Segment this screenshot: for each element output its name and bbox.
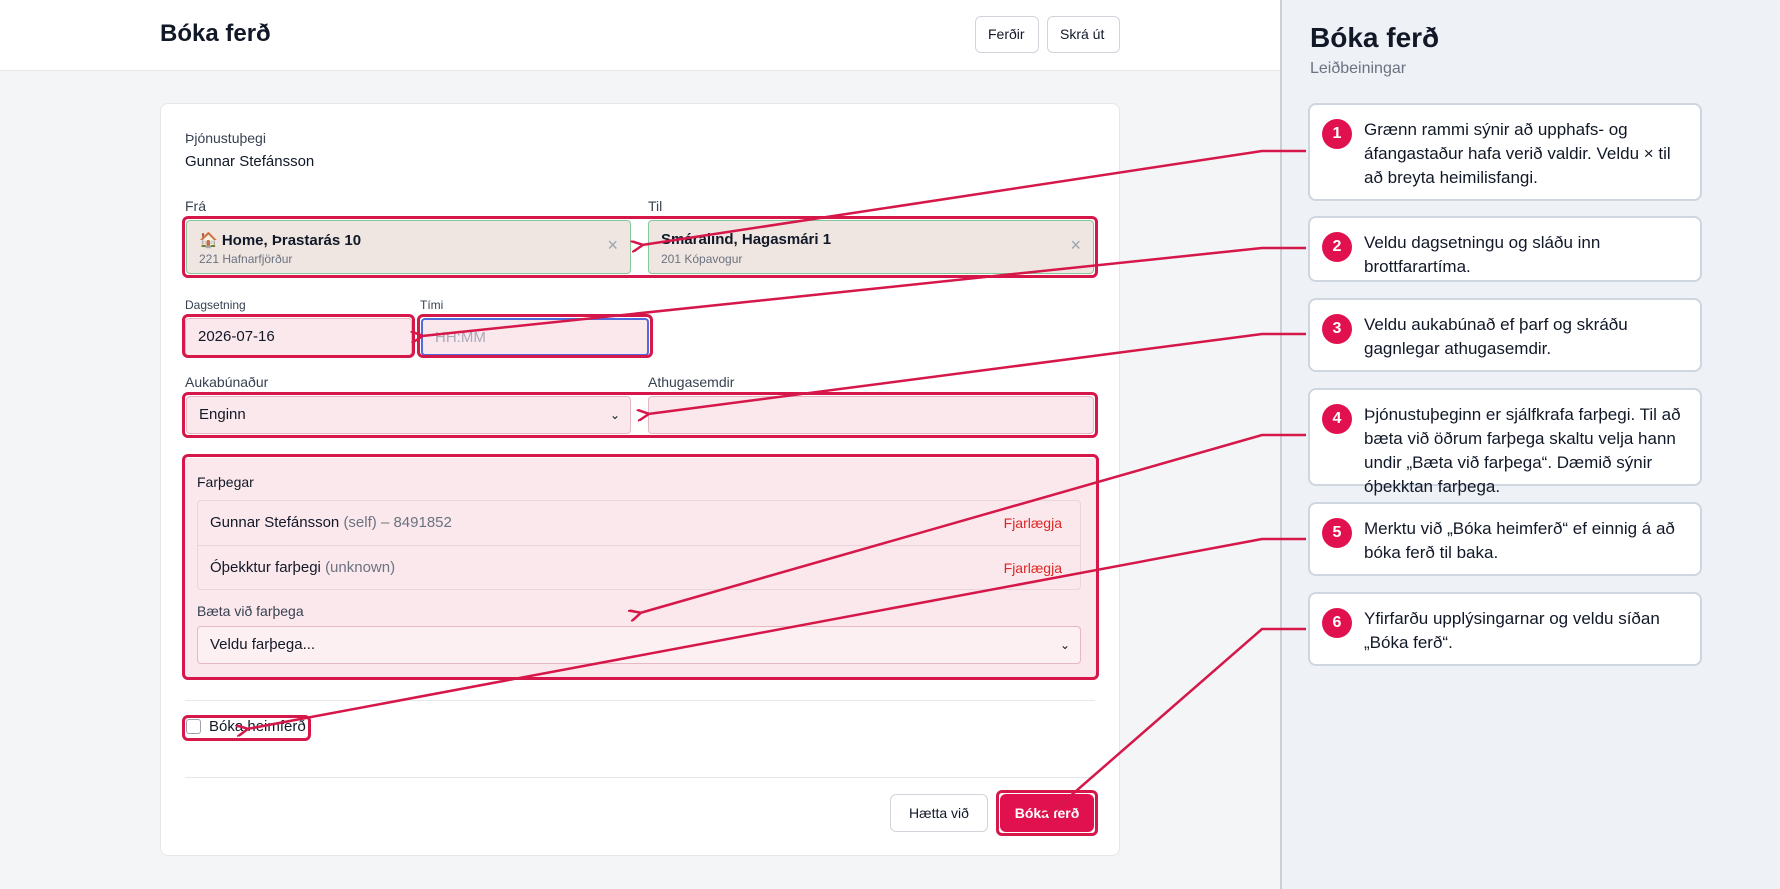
logout-button[interactable]: Skrá út [1047, 16, 1120, 53]
step-card-6: 6 Yfirfarðu upplýsingarnar og veldu síða… [1308, 592, 1702, 666]
to-address-postal: 201 Kópavogur [661, 252, 743, 266]
chevron-down-icon: ⌄ [609, 408, 620, 422]
step-text: Veldu aukabúnað ef þarf og skráðu gagnle… [1364, 315, 1628, 358]
instructions-panel: Bóka ferð Leiðbeiningar 1 Grænn rammi sý… [1280, 0, 1780, 889]
step-number: 2 [1322, 232, 1352, 262]
passengers-title: Farþegar [197, 474, 254, 490]
booking-app: Bóka ferð Ferðir Skrá út Þjónustuþegi Gu… [0, 0, 1280, 889]
cancel-button[interactable]: Hætta við [890, 794, 988, 832]
time-input[interactable]: HH:MM [421, 318, 649, 356]
to-address-field[interactable]: Smáralind, Hagasmári 1 201 Kópavogur × [648, 220, 1094, 274]
step-text: Yfirfarðu upplýsingarnar og veldu síðan … [1364, 609, 1660, 652]
from-address-postal: 221 Hafnarfjörður [199, 252, 293, 266]
step-card-2: 2 Veldu dagsetningu og sláðu inn brottfa… [1308, 216, 1702, 282]
step-number: 4 [1322, 404, 1352, 434]
trips-button[interactable]: Ferðir [975, 16, 1039, 53]
clear-from-icon[interactable]: × [607, 235, 618, 256]
passenger-name: Óþekktur farþegi [210, 559, 321, 576]
step-text: Merktu við „Bóka heimferð“ ef einnig á a… [1364, 519, 1675, 562]
equipment-select[interactable]: Enginn ⌄ [186, 396, 631, 434]
passenger-list: Gunnar Stefánsson (self) – 8491852 Fjarl… [197, 500, 1081, 590]
step-number: 1 [1322, 119, 1352, 149]
return-trip-label[interactable]: Bóka heimferð [209, 718, 306, 735]
step-number: 5 [1322, 518, 1352, 548]
panel-title: Bóka ferð [1310, 22, 1440, 53]
from-address-main: 🏠 Home, Þrastarás 10 [199, 232, 362, 249]
step-card-1: 1 Grænn rammi sýnir að upphafs- og áfang… [1308, 103, 1702, 201]
passenger-name-wrap: Óþekktur farþegi (unknown) [210, 559, 395, 576]
step-number: 3 [1322, 314, 1352, 344]
add-passenger-label: Bæta við farþega [197, 603, 304, 619]
date-label: Dagsetning [185, 298, 246, 312]
chevron-down-icon: ⌄ [1059, 638, 1070, 652]
step-card-4: 4 Þjónustuþeginn er sjálfkrafa farþegi. … [1308, 388, 1702, 496]
panel-subtitle: Leiðbeiningar [1310, 60, 1407, 77]
divider [185, 777, 1095, 778]
clear-to-icon[interactable]: × [1070, 235, 1081, 256]
divider [185, 700, 1095, 701]
client-name: Gunnar Stefánsson [185, 153, 315, 170]
passenger-name-wrap: Gunnar Stefánsson (self) – 8491852 [210, 514, 452, 531]
passenger-row: Gunnar Stefánsson (self) – 8491852 Fjarl… [198, 501, 1080, 545]
step-text: Grænn rammi sýnir að upphafs- og áfangas… [1364, 120, 1671, 187]
step-text: Þjónustuþeginn er sjálfkrafa farþegi. Ti… [1364, 405, 1681, 496]
step-card-5: 5 Merktu við „Bóka heimferð“ ef einnig á… [1308, 502, 1702, 576]
passenger-name: Gunnar Stefánsson [210, 514, 340, 531]
notes-input[interactable] [648, 396, 1094, 434]
book-trip-button[interactable]: Bóka ferð [1000, 794, 1094, 832]
passenger-meta: (unknown) [325, 559, 396, 576]
step-text: Veldu dagsetningu og sláðu inn brottfara… [1364, 233, 1601, 276]
add-passenger-select[interactable]: Veldu farþega... ⌄ [197, 626, 1081, 664]
time-label: Tími [420, 298, 444, 312]
passenger-row: Óþekktur farþegi (unknown) Fjarlægja [198, 545, 1080, 589]
remove-passenger-link[interactable]: Fjarlægja [1004, 515, 1062, 531]
equipment-selected-value: Enginn [199, 406, 246, 423]
to-label: Til [648, 198, 663, 214]
page-title: Bóka ferð [160, 20, 271, 47]
remove-passenger-link[interactable]: Fjarlægja [1004, 560, 1062, 576]
add-passenger-placeholder: Veldu farþega... [210, 636, 316, 653]
passenger-meta: (self) – 8491852 [343, 514, 452, 531]
passengers-section: Farþegar Gunnar Stefánsson (self) – 8491… [183, 458, 1097, 678]
notes-label: Athugasemdir [648, 374, 735, 390]
to-address-main: Smáralind, Hagasmári 1 [661, 231, 832, 248]
return-trip-checkbox[interactable] [186, 719, 201, 734]
date-input[interactable]: 2026-07-16 [185, 318, 412, 356]
step-card-3: 3 Veldu aukabúnað ef þarf og skráðu gagn… [1308, 298, 1702, 372]
equipment-label: Aukabúnaður [185, 374, 269, 390]
from-address-field[interactable]: 🏠 Home, Þrastarás 10 221 Hafnarfjörður × [186, 220, 631, 274]
time-placeholder: HH:MM [435, 329, 486, 346]
client-label: Þjónustuþegi [185, 130, 266, 146]
step-number: 6 [1322, 608, 1352, 638]
top-bar: Bóka ferð Ferðir Skrá út [0, 0, 1280, 71]
from-label: Frá [185, 198, 206, 214]
